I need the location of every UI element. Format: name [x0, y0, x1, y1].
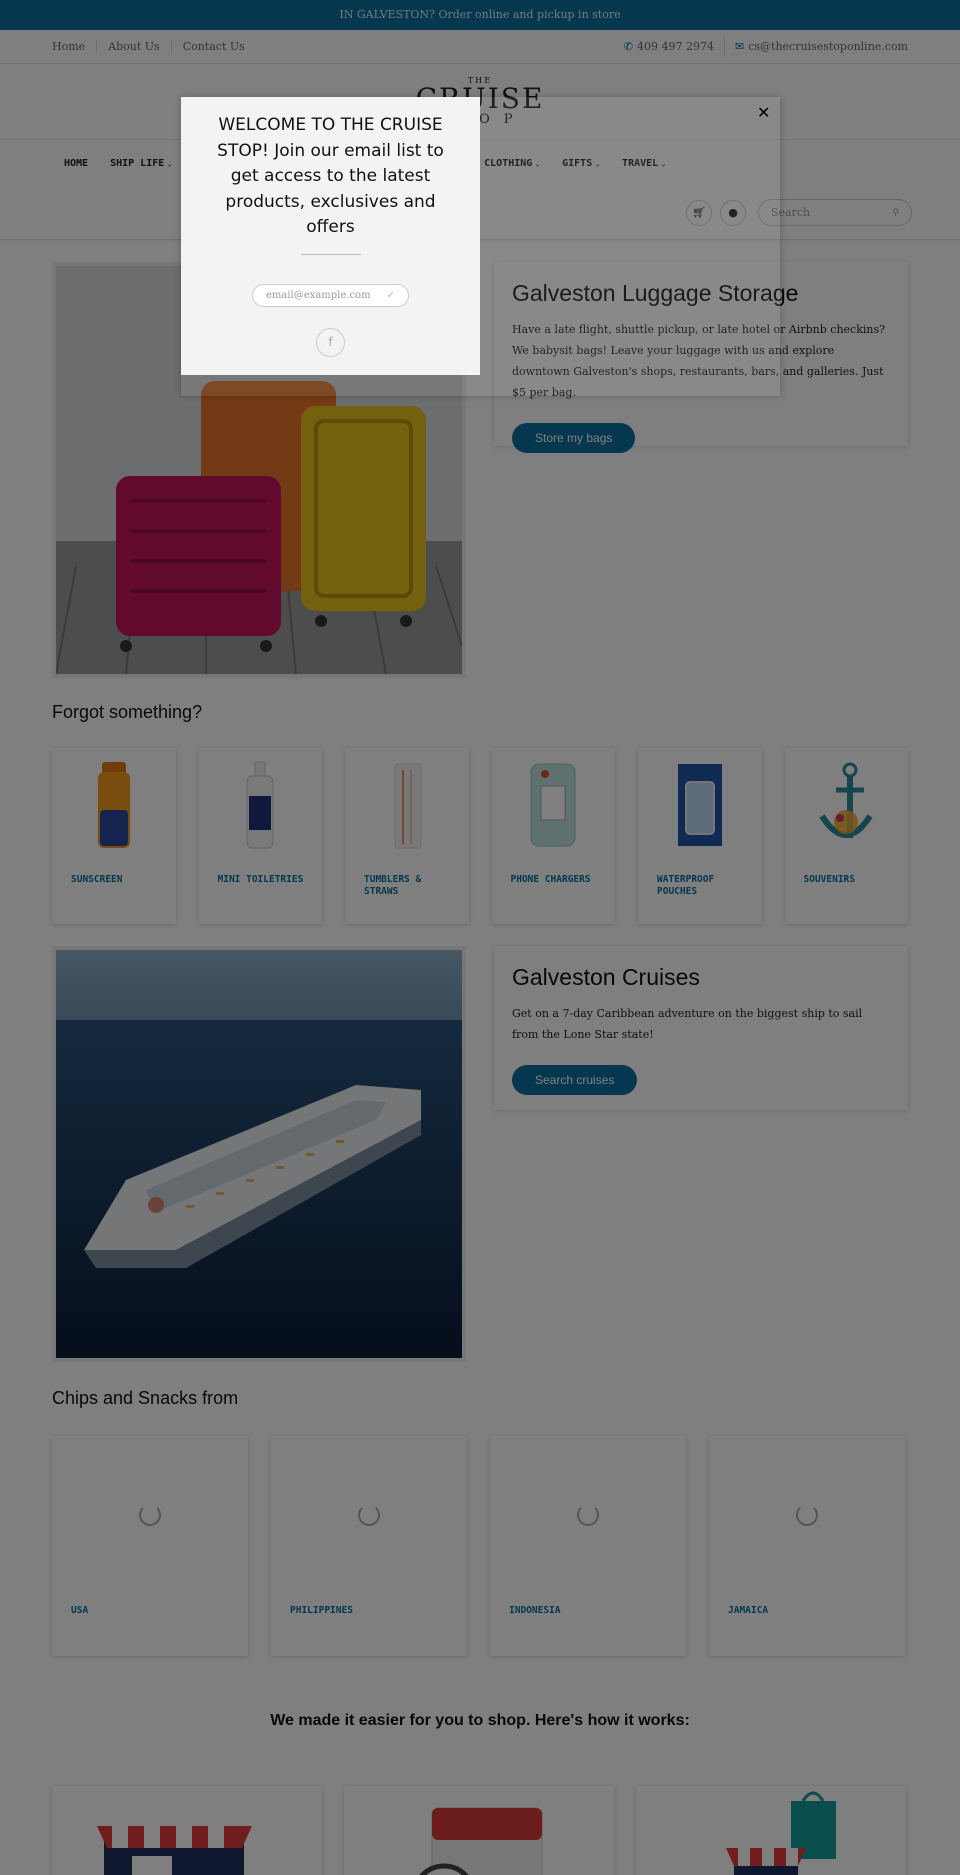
email-placeholder: email@example.com — [266, 289, 371, 301]
facebook-icon[interactable]: f — [316, 327, 345, 357]
modal-title: WELCOME TO THE CRUISE STOP! Join our ema… — [217, 115, 444, 237]
email-field[interactable]: email@example.com ✓ — [252, 283, 409, 307]
close-icon[interactable]: ✕ — [757, 103, 770, 122]
modal-divider — [300, 253, 361, 255]
check-icon[interactable]: ✓ — [387, 290, 395, 301]
newsletter-modal: WELCOME TO THE CRUISE STOP! Join our ema… — [181, 97, 480, 375]
